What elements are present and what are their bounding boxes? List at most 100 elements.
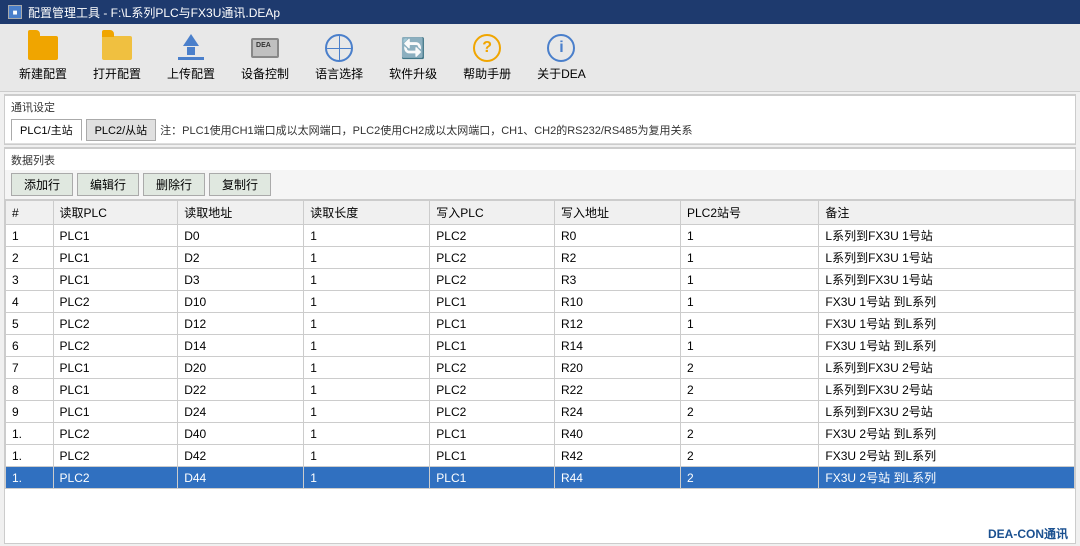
- cell-read-addr: D20: [178, 357, 304, 379]
- col-read-len: 读取长度: [304, 201, 430, 225]
- cell-plc2-no: 1: [680, 335, 818, 357]
- table-row[interactable]: 4PLC2D101PLC1R101FX3U 1号站 到L系列: [6, 291, 1075, 313]
- col-read-addr: 读取地址: [178, 201, 304, 225]
- new-config-label: 新建配置: [19, 65, 67, 82]
- cell-write-addr: R44: [554, 467, 680, 489]
- cell-read-plc: PLC2: [53, 291, 178, 313]
- comm-section: 通讯设定 PLC1/主站 PLC2/从站 注：PLC1使用CH1端口成以太网端口…: [4, 94, 1076, 145]
- lang-select-label: 语言选择: [315, 65, 363, 82]
- about-dea-icon: i: [545, 34, 577, 63]
- copy-row-button[interactable]: 复制行: [209, 173, 271, 196]
- col-write-plc: 写入PLC: [430, 201, 555, 225]
- cell-plc2-no: 2: [680, 467, 818, 489]
- delete-row-button[interactable]: 删除行: [143, 173, 205, 196]
- cell-read-addr: D3: [178, 269, 304, 291]
- cell-write-addr: R10: [554, 291, 680, 313]
- software-upgrade-label: 软件升级: [389, 65, 437, 82]
- cell-read-addr: D40: [178, 423, 304, 445]
- cell-note: FX3U 2号站 到L系列: [819, 445, 1075, 467]
- table-row[interactable]: 3PLC1D31PLC2R31L系列到FX3U 1号站: [6, 269, 1075, 291]
- col-note: 备注: [819, 201, 1075, 225]
- cell-num: 6: [6, 335, 54, 357]
- cell-note: L系列到FX3U 2号站: [819, 379, 1075, 401]
- footer: DEA-CON通讯: [988, 525, 1068, 542]
- cell-write-addr: R20: [554, 357, 680, 379]
- cell-num: 7: [6, 357, 54, 379]
- table-row[interactable]: 6PLC2D141PLC1R141FX3U 1号站 到L系列: [6, 335, 1075, 357]
- cell-read-len: 1: [304, 423, 430, 445]
- table-row[interactable]: 2PLC1D21PLC2R21L系列到FX3U 1号站: [6, 247, 1075, 269]
- lang-select-icon: [323, 34, 355, 63]
- new-config-button[interactable]: 新建配置: [8, 29, 78, 87]
- cell-note: FX3U 1号站 到L系列: [819, 313, 1075, 335]
- about-dea-button[interactable]: i 关于DEA: [526, 29, 597, 87]
- cell-read-plc: PLC1: [53, 357, 178, 379]
- table-row[interactable]: 8PLC1D221PLC2R222L系列到FX3U 2号站: [6, 379, 1075, 401]
- cell-read-plc: PLC1: [53, 225, 178, 247]
- data-section: 数据列表 添加行 编辑行 删除行 复制行 # 读取PLC 读取地址 读取长度 写…: [4, 147, 1076, 544]
- cell-num: 1.: [6, 423, 54, 445]
- cell-read-len: 1: [304, 445, 430, 467]
- cell-num: 2: [6, 247, 54, 269]
- cell-plc2-no: 2: [680, 379, 818, 401]
- table-row[interactable]: 5PLC2D121PLC1R121FX3U 1号站 到L系列: [6, 313, 1075, 335]
- cell-write-plc: PLC2: [430, 401, 555, 423]
- cell-note: L系列到FX3U 2号站: [819, 401, 1075, 423]
- help-manual-label: 帮助手册: [463, 65, 511, 82]
- device-control-label: 设备控制: [241, 65, 289, 82]
- upload-config-icon: [175, 34, 207, 63]
- upload-config-label: 上传配置: [167, 65, 215, 82]
- open-config-label: 打开配置: [93, 65, 141, 82]
- cell-write-addr: R24: [554, 401, 680, 423]
- table-row[interactable]: 1.PLC2D401PLC1R402FX3U 2号站 到L系列: [6, 423, 1075, 445]
- cell-read-len: 1: [304, 247, 430, 269]
- cell-write-addr: R22: [554, 379, 680, 401]
- edit-row-button[interactable]: 编辑行: [77, 173, 139, 196]
- tab-plc2-slave[interactable]: PLC2/从站: [86, 119, 157, 141]
- cell-read-len: 1: [304, 269, 430, 291]
- header-row: # 读取PLC 读取地址 读取长度 写入PLC 写入地址 PLC2站号 备注: [6, 201, 1075, 225]
- cell-note: L系列到FX3U 2号站: [819, 357, 1075, 379]
- open-config-icon: [101, 34, 133, 63]
- cell-write-addr: R42: [554, 445, 680, 467]
- cell-note: FX3U 1号站 到L系列: [819, 291, 1075, 313]
- software-upgrade-icon: 🔄: [397, 34, 429, 63]
- table-body: 1PLC1D01PLC2R01L系列到FX3U 1号站2PLC1D21PLC2R…: [6, 225, 1075, 489]
- cell-note: FX3U 1号站 到L系列: [819, 335, 1075, 357]
- table-row[interactable]: 1PLC1D01PLC2R01L系列到FX3U 1号站: [6, 225, 1075, 247]
- lang-select-button[interactable]: 语言选择: [304, 29, 374, 87]
- cell-read-addr: D12: [178, 313, 304, 335]
- device-control-button[interactable]: 设备控制: [230, 29, 300, 87]
- cell-read-len: 1: [304, 379, 430, 401]
- cell-read-plc: PLC2: [53, 467, 178, 489]
- cell-num: 3: [6, 269, 54, 291]
- table-row[interactable]: 7PLC1D201PLC2R202L系列到FX3U 2号站: [6, 357, 1075, 379]
- software-upgrade-button[interactable]: 🔄 软件升级: [378, 29, 448, 87]
- cell-write-plc: PLC1: [430, 467, 555, 489]
- cell-write-plc: PLC2: [430, 269, 555, 291]
- cell-read-plc: PLC1: [53, 269, 178, 291]
- add-row-button[interactable]: 添加行: [11, 173, 73, 196]
- open-config-button[interactable]: 打开配置: [82, 29, 152, 87]
- cell-write-addr: R2: [554, 247, 680, 269]
- cell-read-len: 1: [304, 401, 430, 423]
- table-row[interactable]: 9PLC1D241PLC2R242L系列到FX3U 2号站: [6, 401, 1075, 423]
- help-manual-button[interactable]: ? 帮助手册: [452, 29, 522, 87]
- about-dea-label: 关于DEA: [537, 65, 586, 82]
- cell-write-addr: R12: [554, 313, 680, 335]
- comm-note: 注：PLC1使用CH1端口成以太网端口，PLC2使用CH2成以太网端口，CH1、…: [160, 122, 692, 138]
- cell-write-plc: PLC1: [430, 445, 555, 467]
- cell-read-plc: PLC1: [53, 401, 178, 423]
- upload-config-button[interactable]: 上传配置: [156, 29, 226, 87]
- tab-plc1-master[interactable]: PLC1/主站: [11, 119, 82, 141]
- col-num: #: [6, 201, 54, 225]
- footer-text: DEA-CON通讯: [988, 527, 1068, 541]
- table-row[interactable]: 1.PLC2D421PLC1R422FX3U 2号站 到L系列: [6, 445, 1075, 467]
- cell-write-plc: PLC1: [430, 291, 555, 313]
- cell-read-plc: PLC2: [53, 313, 178, 335]
- cell-read-len: 1: [304, 335, 430, 357]
- cell-num: 1.: [6, 445, 54, 467]
- table-row[interactable]: 1.PLC2D441PLC1R442FX3U 2号站 到L系列: [6, 467, 1075, 489]
- main-content: 通讯设定 PLC1/主站 PLC2/从站 注：PLC1使用CH1端口成以太网端口…: [0, 92, 1080, 546]
- cell-read-plc: PLC1: [53, 379, 178, 401]
